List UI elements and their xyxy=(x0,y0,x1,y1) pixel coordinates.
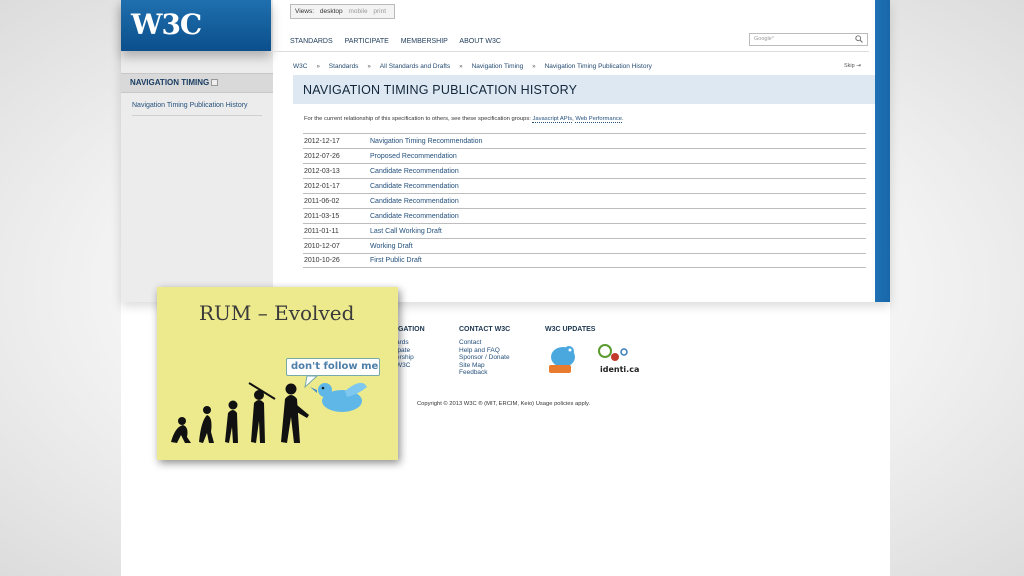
sidebar-heading[interactable]: NAVIGATION TIMING xyxy=(121,73,273,93)
row-status-link[interactable]: Candidate Recommendation xyxy=(370,198,459,205)
w3c-logo[interactable]: W3C xyxy=(121,0,271,51)
row-date: 2011-03-15 xyxy=(304,212,340,220)
search-placeholder: Google° xyxy=(754,36,774,42)
row-date: 2010-10-26 xyxy=(304,257,340,264)
crumb-current: Navigation Timing Publication History xyxy=(544,63,652,70)
sidebar-item-publication-history[interactable]: Navigation Timing Publication History xyxy=(132,102,262,116)
twitter-bird-icon[interactable] xyxy=(549,346,575,373)
views-switcher: Views: desktop mobile print xyxy=(290,4,396,19)
breadcrumb: W3C » Standards » All Standards and Drafts » N… xyxy=(293,63,652,70)
collapse-icon[interactable] xyxy=(211,79,219,86)
crumb-separator: » xyxy=(532,64,536,70)
row-status-link[interactable]: Last Call Working Draft xyxy=(370,228,442,235)
evolution-illustration xyxy=(171,375,367,443)
footer-link[interactable]: ards xyxy=(396,339,425,347)
row-status-link[interactable]: Candidate Recommendation xyxy=(370,183,459,190)
divider xyxy=(271,51,869,52)
table-row: 2012-12-17 Navigation Timing Recommendati… xyxy=(303,133,866,148)
row-date: 2012-03-13 xyxy=(304,167,340,175)
evolution-silhouettes xyxy=(171,382,309,443)
social-icons: identi.ca xyxy=(549,344,639,374)
table-row: 2011-06-02 Candidate Recommendation xyxy=(303,193,866,208)
copyright: Copyright © 2013 W3C ® (MIT, ERCIM, Keio… xyxy=(417,401,591,407)
nav-membership[interactable]: MEMBERSHIP xyxy=(401,38,448,45)
row-status-link[interactable]: Candidate Recommendation xyxy=(370,168,459,175)
table-row: 2010-10-26 First Public Draft xyxy=(303,253,866,268)
sidebar: W3C NAVIGATION TIMING Navigation Timing … xyxy=(121,0,273,302)
footer-link[interactable]: W3C xyxy=(396,362,425,370)
page-title: NAVIGATION TIMING PUBLICATION HISTORY xyxy=(303,83,578,97)
table-row: 2010-12-07 Working Draft xyxy=(303,238,866,253)
view-desktop[interactable]: desktop xyxy=(320,8,343,15)
link-web-performance[interactable]: Web Performance xyxy=(575,116,622,123)
w3c-site: W3C NAVIGATION TIMING Navigation Timing … xyxy=(121,0,890,302)
skip-label: Skip xyxy=(844,63,855,69)
crumb-w3c[interactable]: W3C xyxy=(293,63,307,70)
top-nav: STANDARDS PARTICIPATE MEMBERSHIP ABOUT W… xyxy=(290,38,511,45)
sidebar-heading-label: NAVIGATION TIMING xyxy=(130,78,210,87)
nav-about[interactable]: ABOUT W3C xyxy=(459,38,501,45)
views-label: Views: xyxy=(295,8,315,15)
crumb-separator: » xyxy=(459,64,463,70)
intro-label: For the current relationship of this spe… xyxy=(304,116,533,122)
table-row: 2012-01-17 Candidate Recommendation xyxy=(303,178,866,193)
row-date: 2010-12-07 xyxy=(304,242,340,250)
bird-icon xyxy=(310,382,367,412)
row-status-link[interactable]: First Public Draft xyxy=(370,257,422,264)
footer-updates-column: W3C UPDATES identi.ca xyxy=(545,326,645,385)
footer-link-sitemap[interactable]: Site Map xyxy=(459,362,510,370)
footer-updates-heading: W3C UPDATES xyxy=(545,326,596,333)
row-date: 2011-01-11 xyxy=(304,227,339,235)
footer-link-feedback[interactable]: Feedback xyxy=(459,369,510,377)
search-icon[interactable] xyxy=(855,35,863,43)
row-date: 2012-12-17 xyxy=(304,137,340,145)
crumb-all-standards[interactable]: All Standards and Drafts xyxy=(380,63,450,70)
row-status-link[interactable]: Working Draft xyxy=(370,243,413,250)
footer-nav-heading: IGATION xyxy=(396,326,425,333)
row-date: 2011-06-02 xyxy=(304,197,340,205)
row-status-link[interactable]: Candidate Recommendation xyxy=(370,213,459,220)
identica-label: identi.ca xyxy=(600,365,639,374)
identica-icon[interactable]: identi.ca xyxy=(598,344,639,374)
table-row: 2011-03-15 Candidate Recommendation xyxy=(303,208,866,223)
table-row: 2012-03-13 Candidate Recommendation xyxy=(303,163,866,178)
table-row: 2011-01-11 Last Call Working Draft xyxy=(303,223,866,238)
view-mobile[interactable]: mobile xyxy=(348,8,367,15)
row-date: 2012-07-26 xyxy=(304,152,340,160)
row-status-link[interactable]: Proposed Recommendation xyxy=(370,153,457,160)
crumb-separator: » xyxy=(367,64,371,70)
crumb-navigation-timing[interactable]: Navigation Timing xyxy=(472,63,524,70)
footer-link[interactable]: ipate xyxy=(396,347,425,355)
nav-standards[interactable]: STANDARDS xyxy=(290,38,333,45)
footer-contact-column: CONTACT W3C Contact Help and FAQ Sponsor… xyxy=(459,326,510,377)
nav-participate[interactable]: PARTICIPATE xyxy=(345,38,389,45)
crumb-separator: » xyxy=(316,64,320,70)
footer-link[interactable]: ership xyxy=(396,354,425,362)
footer-link-help[interactable]: Help and FAQ xyxy=(459,347,510,355)
skip-link[interactable]: Skip ⇥ xyxy=(844,63,861,69)
footer-nav-column: IGATION ards ipate ership W3C xyxy=(396,326,425,369)
search-input[interactable]: Google° xyxy=(749,33,868,46)
link-javascript-apis[interactable]: Javascript APIs xyxy=(532,116,573,123)
footer-link-sponsor[interactable]: Sponsor / Donate xyxy=(459,354,510,362)
row-status-link[interactable]: Navigation Timing Recommendation xyxy=(370,138,482,145)
intro-text: For the current relationship of this spe… xyxy=(304,116,624,123)
footer-link-contact[interactable]: Contact xyxy=(459,339,510,347)
slide-overlay: RUM – Evolved don't follow me xyxy=(157,287,398,460)
history-table: 2012-12-17 Navigation Timing Recommendati… xyxy=(303,133,866,268)
logo-text: W3C xyxy=(131,8,202,41)
crumb-standards[interactable]: Standards xyxy=(329,63,359,70)
row-date: 2012-01-17 xyxy=(304,182,340,190)
right-accent-bar xyxy=(875,0,890,302)
footer-contact-heading: CONTACT W3C xyxy=(459,326,511,333)
title-bar: NAVIGATION TIMING PUBLICATION HISTORY xyxy=(293,75,876,104)
view-print[interactable]: print xyxy=(373,8,386,15)
table-row: 2012-07-26 Proposed Recommendation xyxy=(303,148,866,163)
